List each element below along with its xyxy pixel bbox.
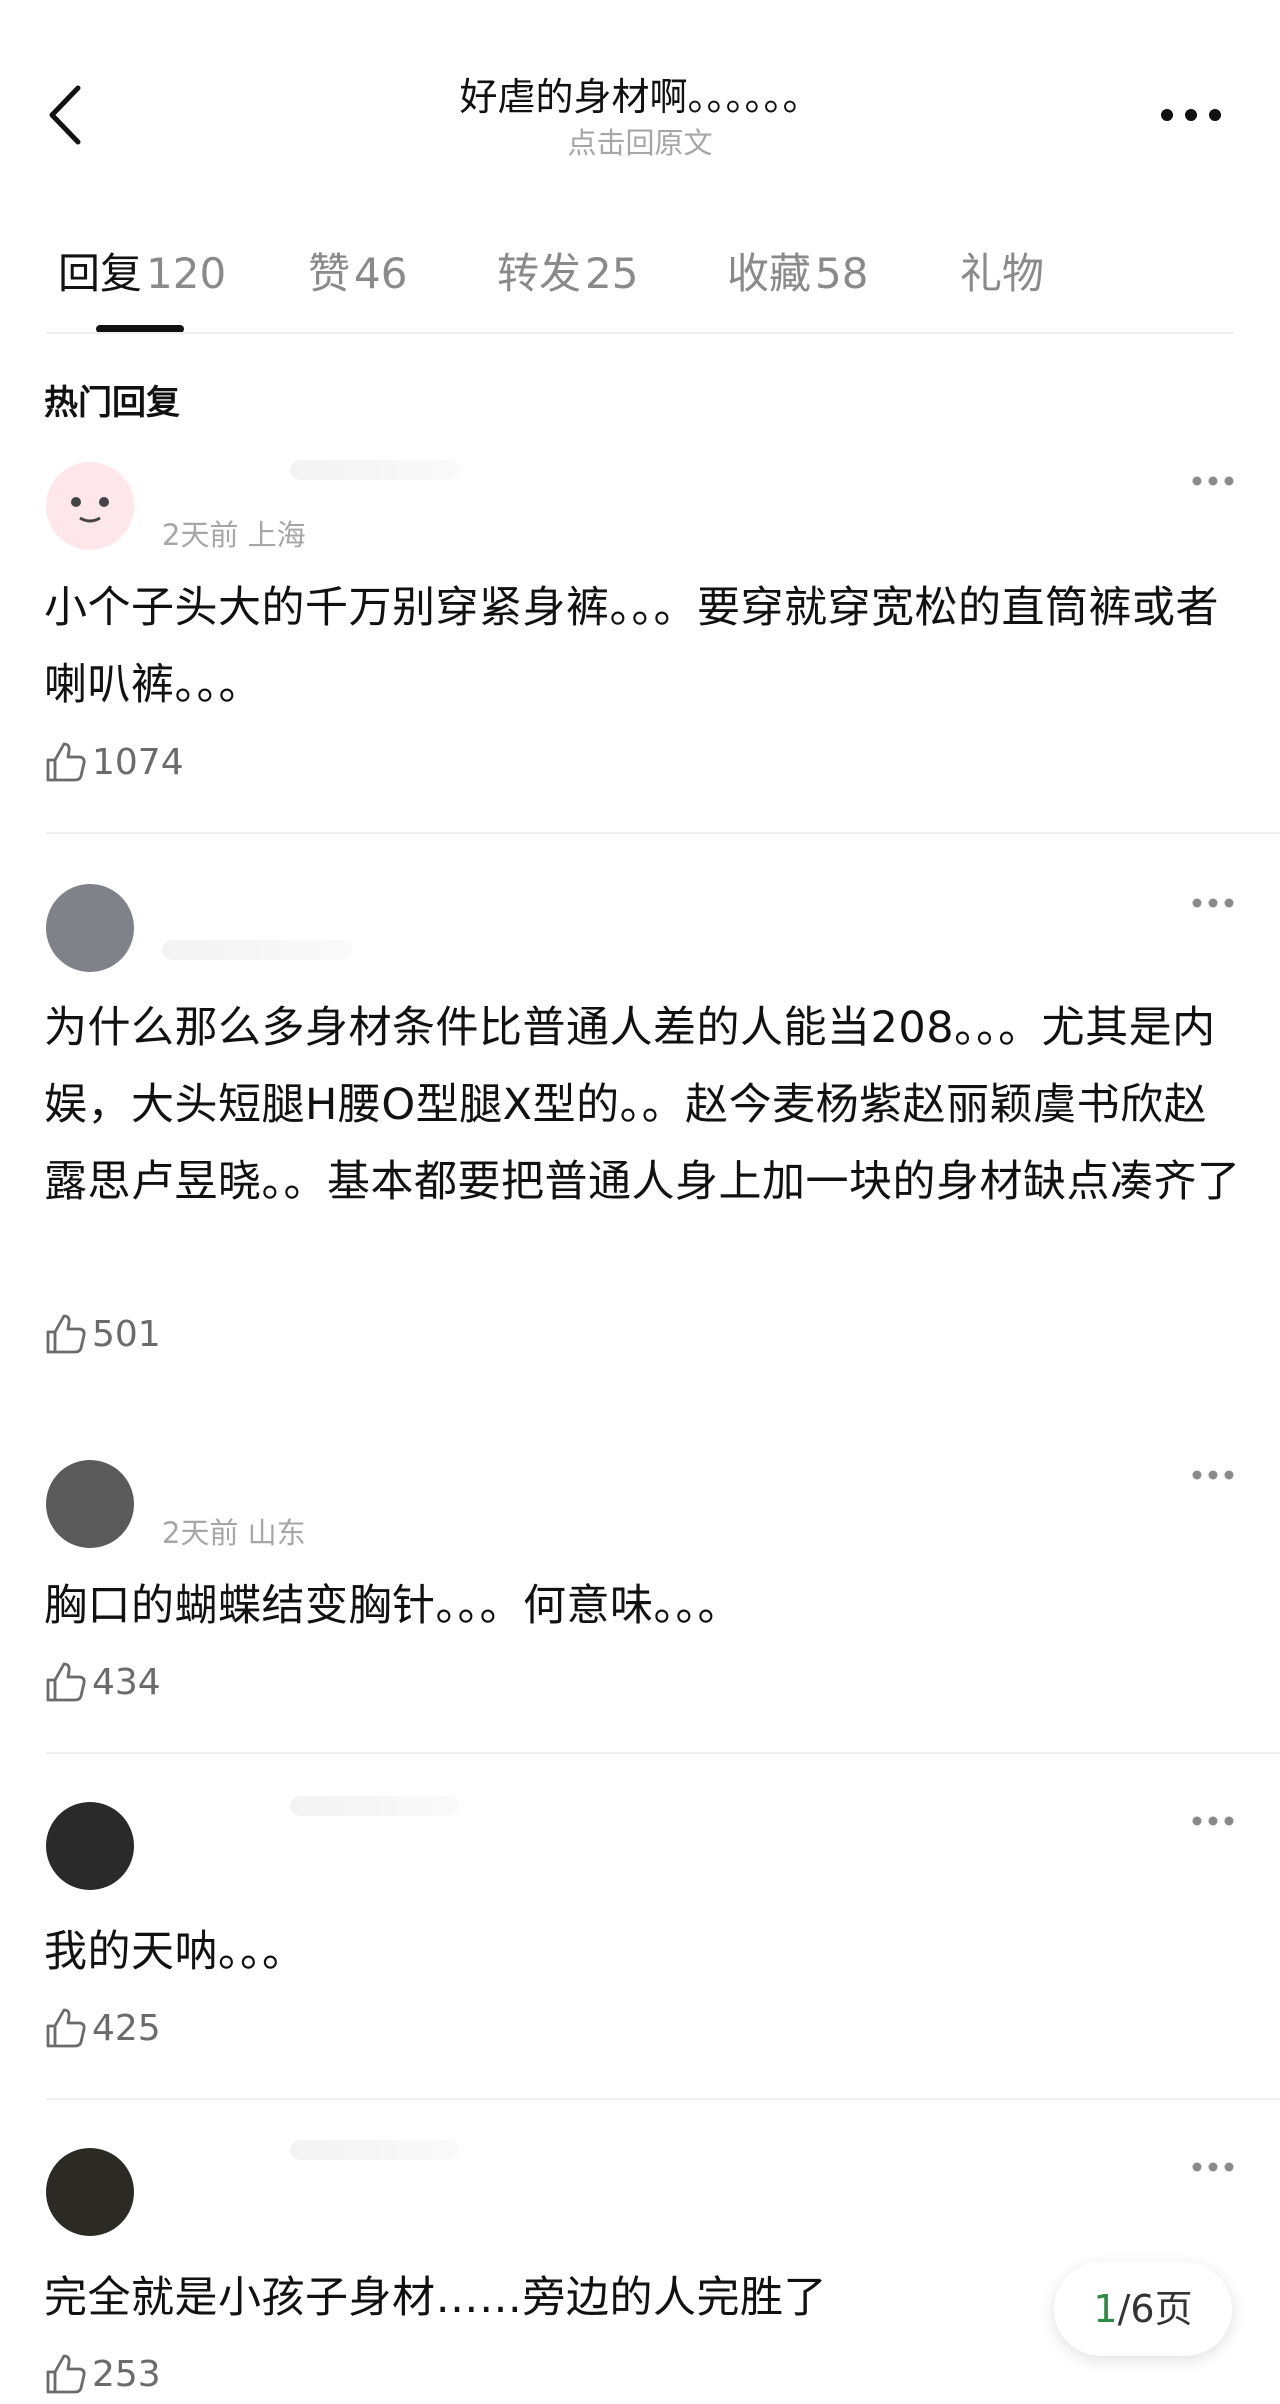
tab-count: 58 [815,249,869,298]
thumbs-up-icon [46,742,86,782]
tab-count: 25 [585,249,639,298]
post-title[interactable]: 好虐的身材啊。。。。。。 [0,66,1280,121]
more-dots-icon[interactable] [1158,100,1224,130]
comment-text: 我的天呐。。。 [44,1927,306,1977]
like-button[interactable]: 253 [44,2352,161,2400]
tab-label: 赞 [308,249,351,298]
avatar[interactable] [46,884,134,972]
tab-label: 收藏 [727,249,812,298]
like-count: 1074 [92,741,184,783]
comment-text: 胸口的蝴蝶结变胸针。。。何意味。。。 [44,1581,741,1631]
like-count: 425 [92,2007,161,2049]
tabs-divider [46,332,1234,334]
tab-favorites[interactable]: 收藏58 [727,240,868,301]
thumbs-up-icon [46,1662,86,1702]
page-indicator[interactable]: 1/6页 [1054,2262,1232,2356]
tab-bar: 回复120 赞46 转发25 收藏58 礼物 [0,240,1280,310]
tab-reposts[interactable]: 转发25 [497,240,638,301]
thumbs-up-icon [46,2354,86,2394]
more-dots-icon[interactable] [1190,1814,1236,1828]
like-button[interactable]: 434 [44,1660,161,1708]
tab-likes[interactable]: 赞46 [308,240,407,301]
comment-text: 完全就是小孩子身材……旁边的人完胜了 [44,2273,827,2323]
username-redacted [290,2140,460,2160]
avatar[interactable] [46,462,134,550]
like-count: 501 [92,1313,161,1355]
like-count: 434 [92,1661,161,1703]
comment-meta: 2天前 上海 [162,518,306,552]
tab-label: 转发 [497,249,582,298]
comment-divider [46,832,1280,834]
username-redacted [162,940,352,960]
like-button[interactable]: 1074 [44,740,184,788]
comment-text: 为什么那么多身材条件比普通人差的人能当208。。。尤其是内娱，大头短腿H腰O型腿… [44,1003,1241,1207]
more-dots-icon[interactable] [1190,474,1236,488]
avatar[interactable] [46,1802,134,1890]
tab-gifts[interactable]: 礼物 [960,240,1044,301]
username-redacted [290,1796,460,1816]
more-dots-icon[interactable] [1190,2160,1236,2174]
like-count: 253 [92,2353,161,2395]
username-redacted [290,460,460,480]
hot-replies-heading: 热门回复 [44,383,180,423]
current-page: 1 [1093,2287,1118,2331]
comment-text: 小个子头大的千万别穿紧身裤。。。要穿就穿宽松的直筒裤或者喇叭裤。。。 [44,583,1219,710]
like-button[interactable]: 501 [44,1312,161,1360]
thumbs-up-icon [46,1314,86,1354]
tab-replies[interactable]: 回复120 [58,240,226,301]
comment-divider [46,2098,1280,2100]
more-dots-icon[interactable] [1190,1468,1236,1482]
comment-meta: 2天前 山东 [162,1516,306,1550]
like-button[interactable]: 425 [44,2006,161,2054]
total-pages: /6页 [1117,2287,1193,2331]
tab-label: 回复 [58,249,143,298]
comment-divider [46,1752,1280,1754]
tab-count: 120 [146,249,227,298]
tab-label: 礼物 [960,249,1045,298]
thumbs-up-icon [46,2008,86,2048]
avatar[interactable] [46,1460,134,1548]
avatar[interactable] [46,2148,134,2236]
tab-count: 46 [354,249,408,298]
back-to-original-link[interactable]: 点击回原文 [0,120,1280,162]
more-dots-icon[interactable] [1190,896,1236,910]
